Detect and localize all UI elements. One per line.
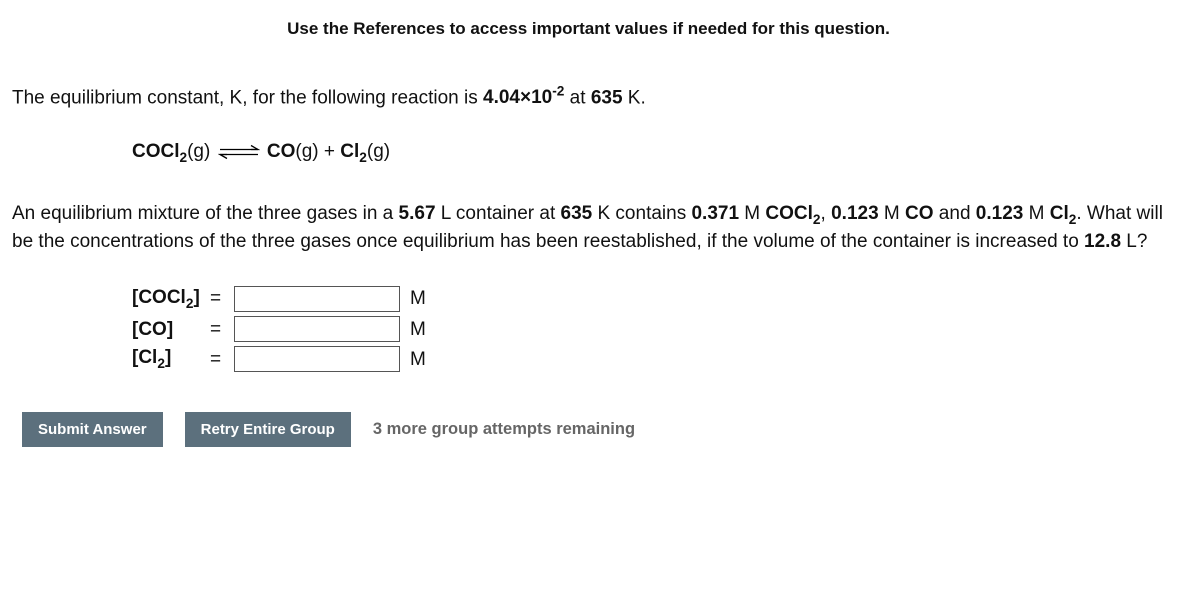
input-co[interactable] bbox=[234, 316, 400, 342]
equals-sign: = bbox=[210, 317, 234, 343]
unit-cl2: M bbox=[410, 347, 426, 373]
label-cocl2: [COCl2] bbox=[132, 285, 210, 313]
label-co: [CO] bbox=[132, 317, 210, 343]
reaction-equation: COCl2(g) CO(g) + Cl2(g) bbox=[132, 139, 1165, 167]
equals-sign: = bbox=[210, 286, 234, 312]
answer-row-cl2: [Cl2] = M bbox=[132, 345, 1165, 373]
answer-row-co: [CO] = M bbox=[132, 316, 1165, 342]
retry-button[interactable]: Retry Entire Group bbox=[185, 412, 351, 447]
intro-paragraph: The equilibrium constant, K, for the fol… bbox=[12, 83, 1165, 111]
k-value: 4.04×10-2 bbox=[483, 87, 564, 108]
submit-button[interactable]: Submit Answer bbox=[22, 412, 163, 447]
intro-text-1: The equilibrium constant, K, for the fol… bbox=[12, 87, 483, 108]
label-cl2: [Cl2] bbox=[132, 345, 210, 373]
equals-sign: = bbox=[210, 347, 234, 373]
input-cl2[interactable] bbox=[234, 346, 400, 372]
intro-text-2: at bbox=[564, 87, 590, 108]
footer-controls: Submit Answer Retry Entire Group 3 more … bbox=[22, 412, 1165, 447]
input-cocl2[interactable] bbox=[234, 286, 400, 312]
unit-cocl2: M bbox=[410, 286, 426, 312]
intro-text-3: K. bbox=[623, 87, 646, 108]
reference-instruction: Use the References to access important v… bbox=[12, 18, 1165, 41]
answer-section: [COCl2] = M [CO] = M [Cl2] = M bbox=[132, 285, 1165, 374]
equilibrium-arrow-icon bbox=[218, 144, 260, 160]
temperature: 635 bbox=[591, 87, 623, 108]
unit-co: M bbox=[410, 317, 426, 343]
attempts-remaining: 3 more group attempts remaining bbox=[373, 418, 635, 440]
question-paragraph: An equilibrium mixture of the three gase… bbox=[12, 201, 1165, 255]
answer-row-cocl2: [COCl2] = M bbox=[132, 285, 1165, 313]
